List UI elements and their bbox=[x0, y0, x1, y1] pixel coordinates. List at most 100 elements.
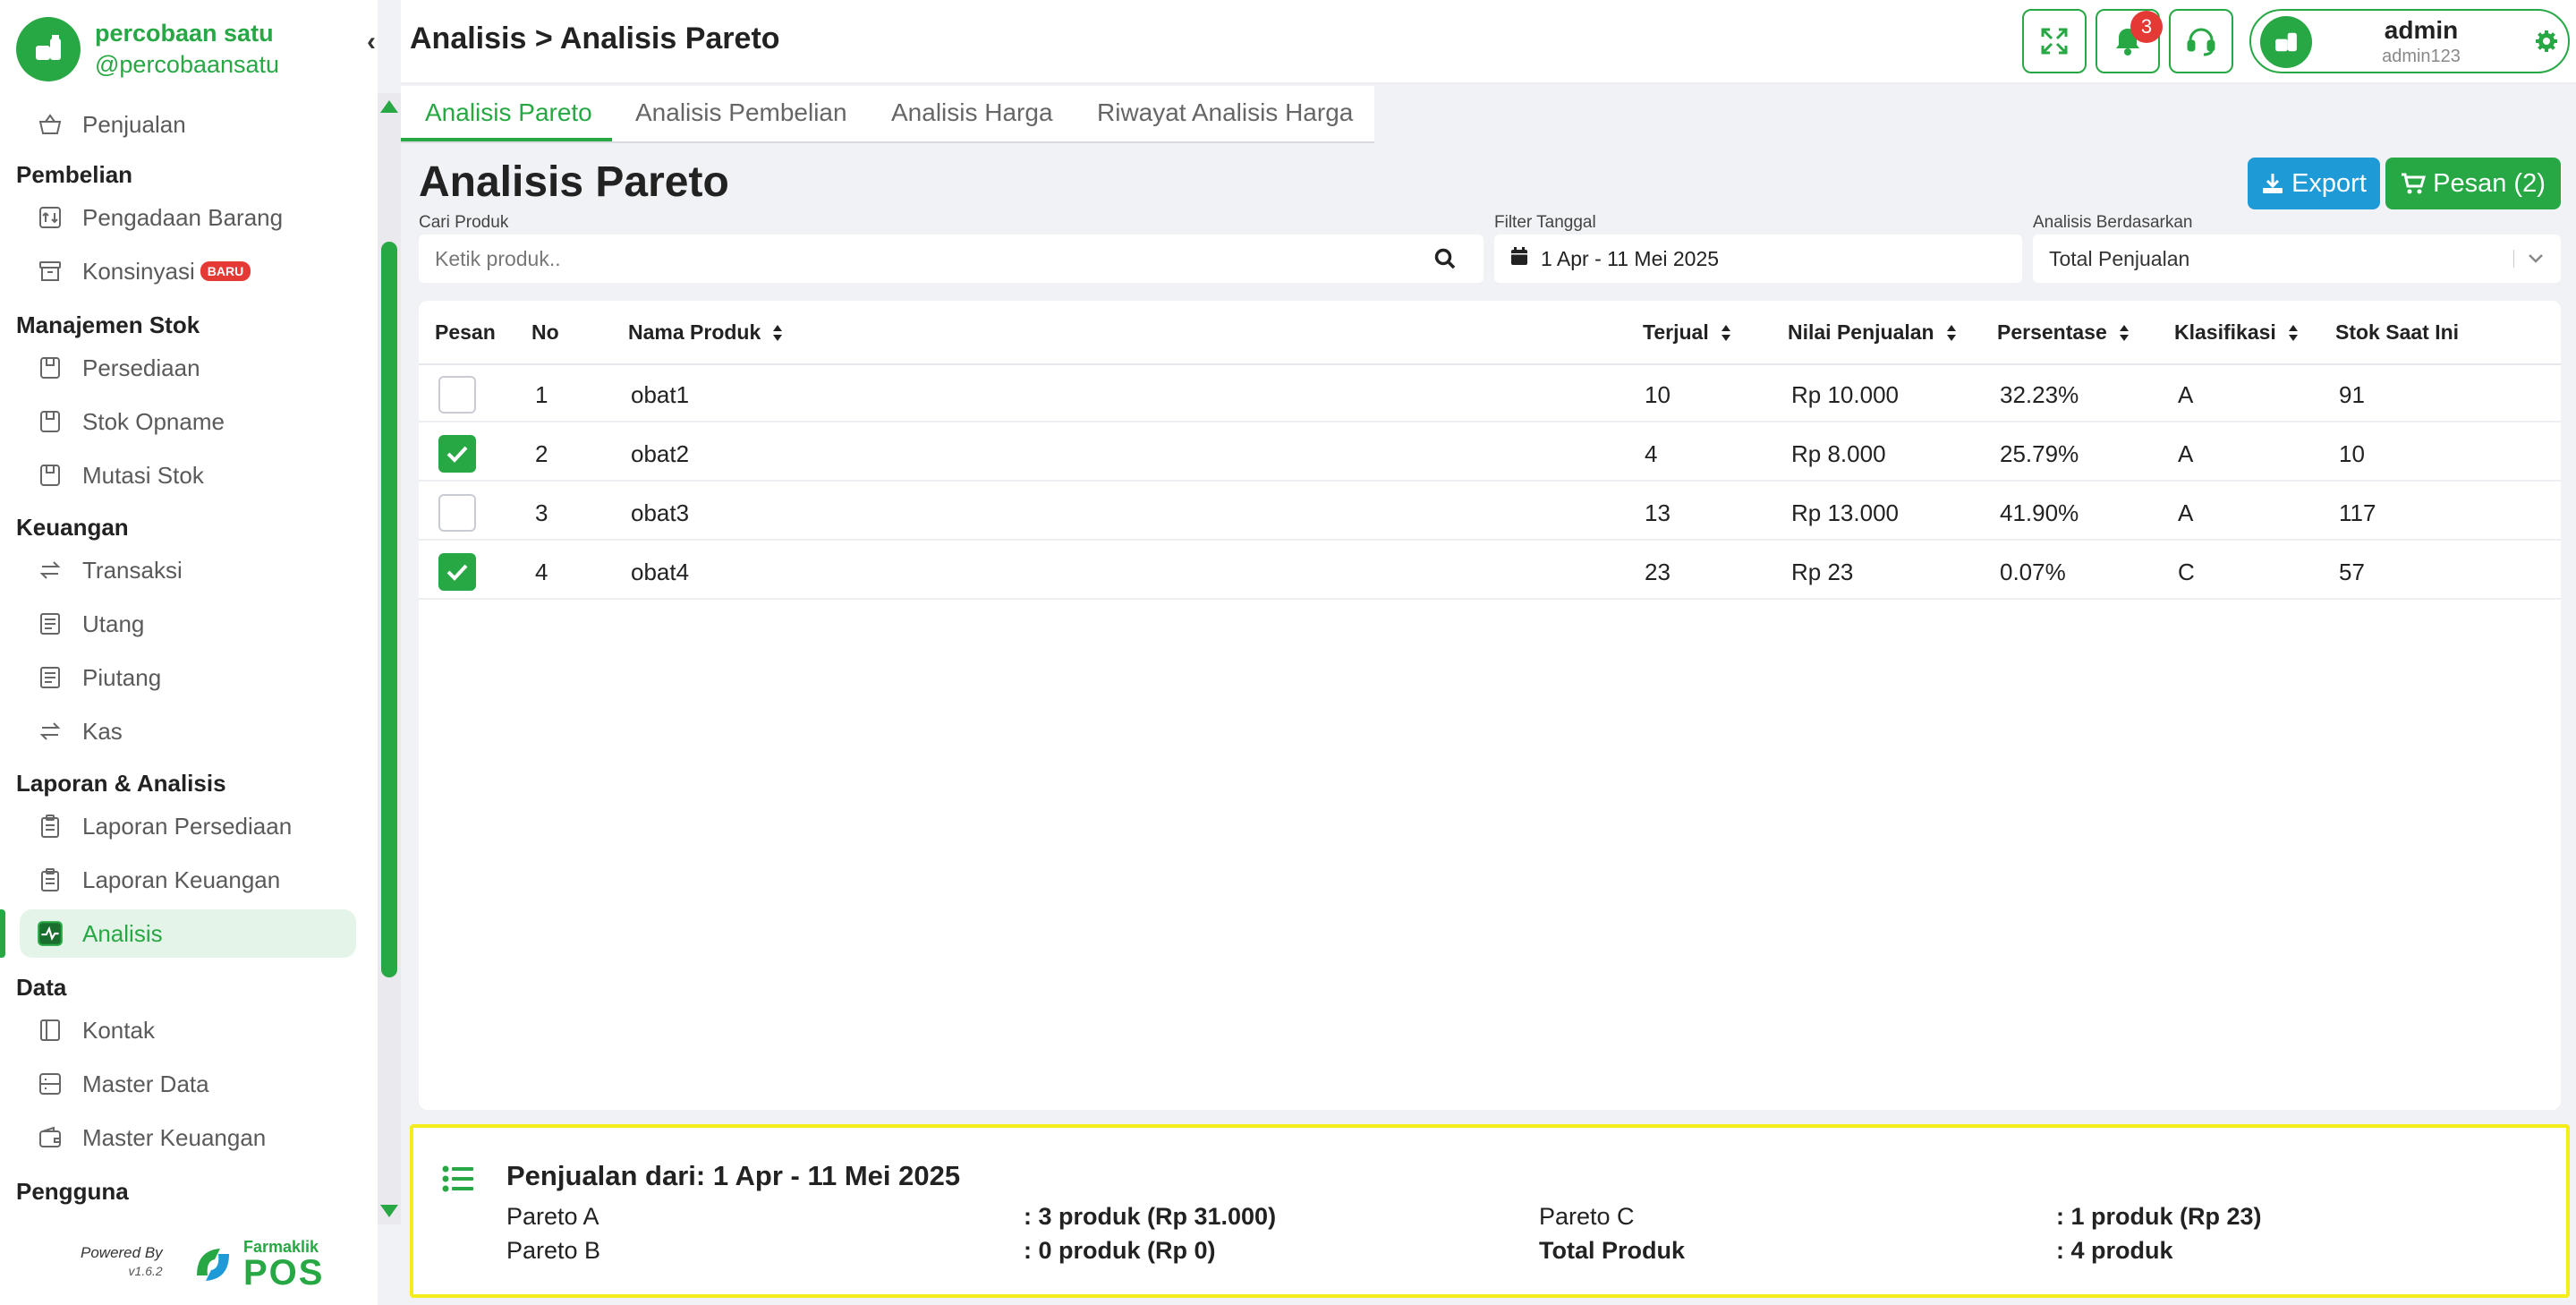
product-name: obat1 bbox=[631, 381, 690, 408]
sidebar-item-stok-opname[interactable]: Stok Opname bbox=[20, 397, 356, 446]
sort-icon bbox=[2288, 324, 2298, 341]
ledger-icon bbox=[34, 661, 66, 694]
archive-icon bbox=[34, 255, 66, 287]
breadcrumb: Analisis > Analisis Pareto bbox=[410, 21, 780, 55]
pesan-button[interactable]: Pesan (2) bbox=[2385, 158, 2561, 209]
brand-logo bbox=[16, 17, 81, 81]
sidebar-item-master-data[interactable]: Master Data bbox=[20, 1060, 356, 1108]
sidebar-item-persediaan[interactable]: Persediaan bbox=[20, 344, 356, 392]
scroll-down-arrow-icon[interactable] bbox=[380, 1205, 398, 1217]
sidebar-item-mutasi-stok[interactable]: Mutasi Stok bbox=[20, 451, 356, 499]
sidebar-item-piutang[interactable]: Piutang bbox=[20, 653, 356, 702]
sales-value: Rp 8.000 bbox=[1791, 440, 1886, 467]
date-filter-field[interactable]: 1 Apr - 11 Mei 2025 bbox=[1494, 235, 2022, 283]
classification: A bbox=[2178, 499, 2194, 526]
app-version: v1.6.2 bbox=[128, 1264, 163, 1278]
sidebar-item-penjualan[interactable]: Penjualan bbox=[20, 100, 356, 149]
column-header-persentase[interactable]: Persentase bbox=[1997, 320, 2130, 345]
sidebar-item-utang[interactable]: Utang bbox=[20, 600, 356, 648]
search-input[interactable] bbox=[435, 246, 1401, 271]
export-button[interactable]: Export bbox=[2248, 158, 2380, 209]
table-row: 2 obat2 4 Rp 8.000 25.79% A 10 bbox=[419, 424, 2561, 482]
scroll-up-arrow-icon[interactable] bbox=[380, 100, 398, 113]
user-role: admin123 bbox=[2382, 47, 2461, 66]
date-filter-value: 1 Apr - 11 Mei 2025 bbox=[1541, 246, 1720, 270]
sold-qty: 23 bbox=[1645, 559, 1671, 585]
percentage: 41.90% bbox=[2000, 499, 2079, 526]
table-row: 4 obat4 23 Rp 23 0.07% C 57 bbox=[419, 542, 2561, 600]
cash-transfer-icon bbox=[34, 715, 66, 747]
order-checkbox[interactable] bbox=[438, 494, 476, 532]
order-checkbox[interactable] bbox=[438, 376, 476, 414]
brand-name: percobaan satu bbox=[95, 20, 274, 47]
product-name: obat2 bbox=[631, 440, 690, 467]
search-field[interactable] bbox=[419, 235, 1484, 283]
sidebar-item-label: Persediaan bbox=[82, 354, 200, 381]
pareto-summary: Penjualan dari: 1 Apr - 11 Mei 2025 Pare… bbox=[410, 1124, 2570, 1298]
active-indicator bbox=[0, 909, 5, 958]
tab-riwayat-analisis-harga[interactable]: Riwayat Analisis Harga bbox=[1097, 98, 1353, 127]
headset-icon bbox=[2187, 28, 2215, 56]
search-label: Cari Produk bbox=[419, 213, 509, 232]
column-header-klasifikasi[interactable]: Klasifikasi bbox=[2174, 320, 2300, 345]
basket-icon bbox=[34, 108, 66, 141]
search-icon[interactable] bbox=[1433, 247, 1457, 276]
sort-icon bbox=[2119, 324, 2129, 341]
sidebar-item-pengadaan-barang[interactable]: Pengadaan Barang bbox=[20, 193, 356, 242]
summary-title: Penjualan dari: 1 Apr - 11 Mei 2025 bbox=[506, 1160, 961, 1191]
tab-analisis-harga[interactable]: Analisis Harga bbox=[891, 98, 1053, 127]
column-header-terjual[interactable]: Terjual bbox=[1643, 320, 1732, 345]
collapse-sidebar-button[interactable]: ‹ bbox=[367, 27, 376, 57]
sidebar-item-laporan-persediaan[interactable]: Laporan Persediaan bbox=[20, 802, 356, 850]
sidebar-item-konsinyasi[interactable]: Konsinyasi BARU bbox=[20, 247, 356, 295]
brand: percobaan satu @percobaansatu bbox=[16, 16, 279, 82]
pesan-label: Pesan (2) bbox=[2433, 168, 2546, 198]
row-no: 2 bbox=[535, 440, 548, 467]
sold-qty: 10 bbox=[1645, 381, 1671, 408]
support-button[interactable] bbox=[2169, 9, 2233, 73]
order-checkbox[interactable] bbox=[438, 435, 476, 473]
tab-analisis-pembelian[interactable]: Analisis Pembelian bbox=[635, 98, 847, 127]
sidebar-item-label: Analisis bbox=[82, 919, 163, 947]
user-menu[interactable]: admin admin123 bbox=[2249, 9, 2570, 73]
sidebar-section-manajemen-stok: Manajemen Stok bbox=[16, 311, 200, 338]
transfer-icon bbox=[34, 554, 66, 586]
row-no: 3 bbox=[535, 499, 548, 526]
scrollbar-thumb[interactable] bbox=[381, 242, 397, 977]
export-label: Export bbox=[2291, 168, 2367, 198]
page-title: Analisis Pareto bbox=[419, 158, 729, 206]
brand-handle: @percobaansatu bbox=[95, 51, 280, 78]
column-header-nilai-penjualan[interactable]: Nilai Penjualan bbox=[1788, 320, 1958, 345]
sidebar-item-analisis[interactable]: Analisis bbox=[20, 909, 356, 958]
analysis-by-select[interactable]: Total Penjualan bbox=[2033, 235, 2561, 283]
sidebar-item-label: Kontak bbox=[82, 1016, 155, 1044]
cart-icon bbox=[2402, 173, 2427, 194]
sidebar-item-label: Penjualan bbox=[82, 110, 186, 138]
pareto-a-value: : 3 produk (Rp 31.000) bbox=[1024, 1203, 1277, 1230]
column-header-nama-produk[interactable]: Nama Produk bbox=[628, 320, 784, 345]
gear-icon[interactable] bbox=[2534, 29, 2559, 58]
current-stock: 57 bbox=[2339, 559, 2365, 585]
sidebar-item-laporan-keuangan[interactable]: Laporan Keuangan bbox=[20, 856, 356, 904]
order-checkbox[interactable] bbox=[438, 553, 476, 591]
sort-icon bbox=[1946, 324, 1956, 341]
pareto-c-label: Pareto C bbox=[1539, 1203, 1635, 1230]
sidebar-item-kas[interactable]: Kas bbox=[20, 707, 356, 755]
sidebar-section-pengguna: Pengguna bbox=[16, 1178, 129, 1205]
list-icon bbox=[442, 1165, 474, 1197]
sidebar-item-master-keuangan[interactable]: Master Keuangan bbox=[20, 1113, 356, 1162]
tab-analisis-pareto[interactable]: Analisis Pareto bbox=[425, 98, 592, 127]
fullscreen-button[interactable] bbox=[2022, 9, 2087, 73]
sidebar-item-kontak[interactable]: Kontak bbox=[20, 1006, 356, 1054]
sidebar-item-label: Mutasi Stok bbox=[82, 461, 204, 489]
sold-qty: 4 bbox=[1645, 440, 1658, 467]
pareto-b-value: : 0 produk (Rp 0) bbox=[1024, 1237, 1216, 1264]
sidebar-item-transaksi[interactable]: Transaksi bbox=[20, 546, 356, 594]
sidebar-item-label: Kas bbox=[82, 717, 123, 745]
classification: A bbox=[2178, 381, 2194, 408]
pos-brand-main: POS bbox=[243, 1253, 325, 1292]
sold-qty: 13 bbox=[1645, 499, 1671, 526]
sales-value: Rp 10.000 bbox=[1791, 381, 1899, 408]
sales-value: Rp 23 bbox=[1791, 559, 1854, 585]
total-produk-label: Total Produk bbox=[1539, 1237, 1686, 1264]
